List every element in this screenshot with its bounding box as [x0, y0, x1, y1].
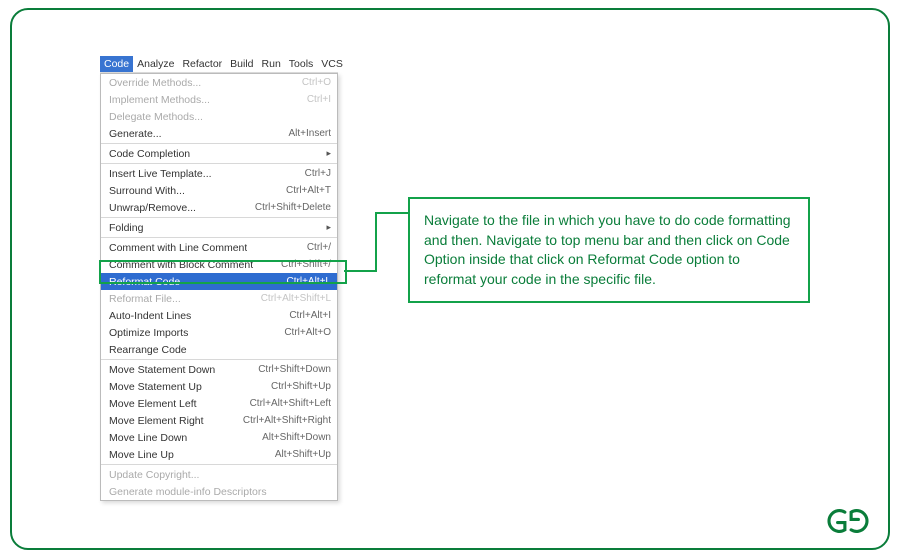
label: Move Statement Down [109, 364, 215, 376]
menu-build[interactable]: Build [226, 56, 257, 72]
item-move-line-up[interactable]: Move Line Up Alt+Shift+Up [101, 446, 337, 463]
label: Unwrap/Remove... [109, 202, 196, 214]
item-delegate-methods[interactable]: Delegate Methods... [101, 108, 337, 125]
item-generate[interactable]: Generate... Alt+Insert [101, 125, 337, 142]
menu-code[interactable]: Code [100, 56, 133, 72]
label: Implement Methods... [109, 94, 210, 106]
item-unwrap-remove[interactable]: Unwrap/Remove... Ctrl+Shift+Delete [101, 199, 337, 216]
label: Auto-Indent Lines [109, 310, 191, 322]
gfg-logo [822, 506, 874, 536]
label: Move Element Right [109, 415, 204, 427]
item-move-statement-down[interactable]: Move Statement Down Ctrl+Shift+Down [101, 361, 337, 378]
submenu-arrow-icon: ▸ [320, 222, 331, 233]
item-reformat-code[interactable]: Reformat Code Ctrl+Alt+L [101, 273, 337, 290]
top-menubar: Code Analyze Refactor Build Run Tools VC… [100, 56, 338, 73]
label: Generate... [109, 128, 162, 140]
shortcut: Ctrl+Alt+Shift+Right [237, 415, 331, 426]
shortcut: Ctrl+/ [301, 242, 331, 253]
item-folding[interactable]: Folding ▸ [101, 219, 337, 236]
shortcut: Alt+Insert [282, 128, 331, 139]
separator [101, 237, 337, 238]
item-optimize-imports[interactable]: Optimize Imports Ctrl+Alt+O [101, 324, 337, 341]
menu-refactor[interactable]: Refactor [178, 56, 226, 72]
instruction-callout: Navigate to the file in which you have t… [408, 197, 810, 303]
label: Insert Live Template... [109, 168, 212, 180]
shortcut: Ctrl+Alt+Shift+Left [244, 398, 331, 409]
label: Move Statement Up [109, 381, 202, 393]
item-insert-live-template[interactable]: Insert Live Template... Ctrl+J [101, 165, 337, 182]
shortcut: Ctrl+Shift+/ [275, 259, 331, 270]
submenu-arrow-icon: ▸ [320, 148, 331, 159]
label: Code Completion [109, 148, 190, 160]
item-comment-block[interactable]: Comment with Block Comment Ctrl+Shift+/ [101, 256, 337, 273]
separator [101, 143, 337, 144]
label: Update Copyright... [109, 469, 199, 481]
menu-vcs[interactable]: VCS [317, 56, 347, 72]
menu-tools[interactable]: Tools [285, 56, 318, 72]
callout-text: Navigate to the file in which you have t… [424, 212, 791, 287]
shortcut: Ctrl+Alt+O [278, 327, 331, 338]
shortcut: Ctrl+I [301, 94, 331, 105]
item-rearrange-code[interactable]: Rearrange Code [101, 341, 337, 358]
shortcut: Alt+Shift+Down [256, 432, 331, 443]
item-reformat-file[interactable]: Reformat File... Ctrl+Alt+Shift+L [101, 290, 337, 307]
label: Surround With... [109, 185, 185, 197]
item-surround-with[interactable]: Surround With... Ctrl+Alt+T [101, 182, 337, 199]
item-comment-line[interactable]: Comment with Line Comment Ctrl+/ [101, 239, 337, 256]
code-dropdown: Override Methods... Ctrl+O Implement Met… [100, 73, 338, 501]
label: Comment with Line Comment [109, 242, 247, 254]
separator [101, 163, 337, 164]
label: Delegate Methods... [109, 111, 203, 123]
shortcut: Ctrl+Shift+Delete [249, 202, 331, 213]
shortcut: Ctrl+Shift+Down [252, 364, 331, 375]
label: Move Line Up [109, 449, 174, 461]
shortcut: Ctrl+Alt+I [283, 310, 331, 321]
shortcut: Ctrl+Shift+Up [265, 381, 331, 392]
label: Generate module-info Descriptors [109, 486, 267, 498]
label: Reformat Code [109, 276, 180, 288]
shortcut: Ctrl+Alt+T [280, 185, 331, 196]
item-move-statement-up[interactable]: Move Statement Up Ctrl+Shift+Up [101, 378, 337, 395]
item-auto-indent[interactable]: Auto-Indent Lines Ctrl+Alt+I [101, 307, 337, 324]
shortcut: Ctrl+Alt+Shift+L [255, 293, 331, 304]
label: Move Line Down [109, 432, 187, 444]
label: Move Element Left [109, 398, 197, 410]
label: Reformat File... [109, 293, 181, 305]
item-move-line-down[interactable]: Move Line Down Alt+Shift+Down [101, 429, 337, 446]
item-update-copyright[interactable]: Update Copyright... [101, 466, 337, 483]
label: Comment with Block Comment [109, 259, 253, 271]
shortcut: Alt+Shift+Up [269, 449, 331, 460]
separator [101, 359, 337, 360]
shortcut: Ctrl+J [299, 168, 331, 179]
item-move-element-left[interactable]: Move Element Left Ctrl+Alt+Shift+Left [101, 395, 337, 412]
label: Rearrange Code [109, 344, 187, 356]
separator [101, 464, 337, 465]
shortcut: Ctrl+Alt+L [281, 276, 331, 287]
label: Override Methods... [109, 77, 201, 89]
item-code-completion[interactable]: Code Completion ▸ [101, 145, 337, 162]
separator [101, 217, 337, 218]
label: Optimize Imports [109, 327, 188, 339]
ide-code-menu: Code Analyze Refactor Build Run Tools VC… [100, 56, 338, 501]
item-implement-methods[interactable]: Implement Methods... Ctrl+I [101, 91, 337, 108]
item-override-methods[interactable]: Override Methods... Ctrl+O [101, 74, 337, 91]
menu-analyze[interactable]: Analyze [133, 56, 178, 72]
shortcut: Ctrl+O [296, 77, 331, 88]
label: Folding [109, 222, 143, 234]
item-generate-module-info[interactable]: Generate module-info Descriptors [101, 483, 337, 500]
item-move-element-right[interactable]: Move Element Right Ctrl+Alt+Shift+Right [101, 412, 337, 429]
menu-run[interactable]: Run [258, 56, 285, 72]
